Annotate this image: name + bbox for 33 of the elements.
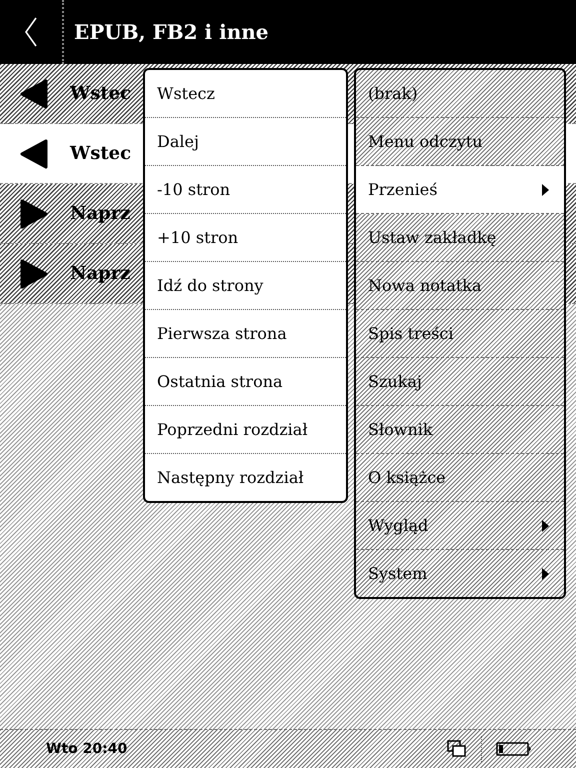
menu-item[interactable]: Słownik bbox=[356, 406, 564, 454]
menu-item[interactable]: -10 stron bbox=[145, 166, 346, 214]
menu-item[interactable]: Nowa notatka bbox=[356, 262, 564, 310]
item-label: Wstec bbox=[70, 143, 132, 164]
menu-item[interactable]: Dalej bbox=[145, 118, 346, 166]
menu-item[interactable]: Wstecz bbox=[145, 70, 346, 118]
menu-item-label: Szukaj bbox=[368, 372, 422, 391]
menu-item-label: Spis treści bbox=[368, 324, 454, 343]
menu-item[interactable]: Wygląd bbox=[356, 502, 564, 550]
menu-item[interactable]: Szukaj bbox=[356, 358, 564, 406]
clock-text: Wto 20:40 bbox=[46, 741, 128, 757]
menu-item[interactable]: Ostatnia strona bbox=[145, 358, 346, 406]
menu-item[interactable]: Ustaw zakładkę bbox=[356, 214, 564, 262]
menu-item[interactable]: Przenieś bbox=[356, 166, 564, 214]
menu-item[interactable]: Spis treści bbox=[356, 310, 564, 358]
menu-item-label: Przenieś bbox=[368, 180, 438, 199]
menu-item[interactable]: Pierwsza strona bbox=[145, 310, 346, 358]
menu-item-label: Wygląd bbox=[368, 516, 428, 535]
menu-item[interactable]: Poprzedni rozdział bbox=[145, 406, 346, 454]
menu-item-label: O książce bbox=[368, 468, 446, 487]
menu-item-label: (brak) bbox=[368, 84, 418, 103]
menu-item[interactable]: (brak) bbox=[356, 70, 564, 118]
menu-item-label: Nowa notatka bbox=[368, 276, 482, 295]
menu-item[interactable]: +10 stron bbox=[145, 214, 346, 262]
menu-item[interactable]: System bbox=[356, 550, 564, 597]
window-title: EPUB, FB2 i inne bbox=[74, 20, 269, 44]
menu-item[interactable]: Idź do strony bbox=[145, 262, 346, 310]
menu-item[interactable]: Następny rozdział bbox=[145, 454, 346, 501]
menu-item[interactable]: O książce bbox=[356, 454, 564, 502]
menu-item-label: Menu odczytu bbox=[368, 132, 483, 151]
menu-item-label: Ustaw zakładkę bbox=[368, 228, 496, 247]
menu-item-label: System bbox=[368, 564, 428, 583]
menu-item-label: Słownik bbox=[368, 420, 433, 439]
